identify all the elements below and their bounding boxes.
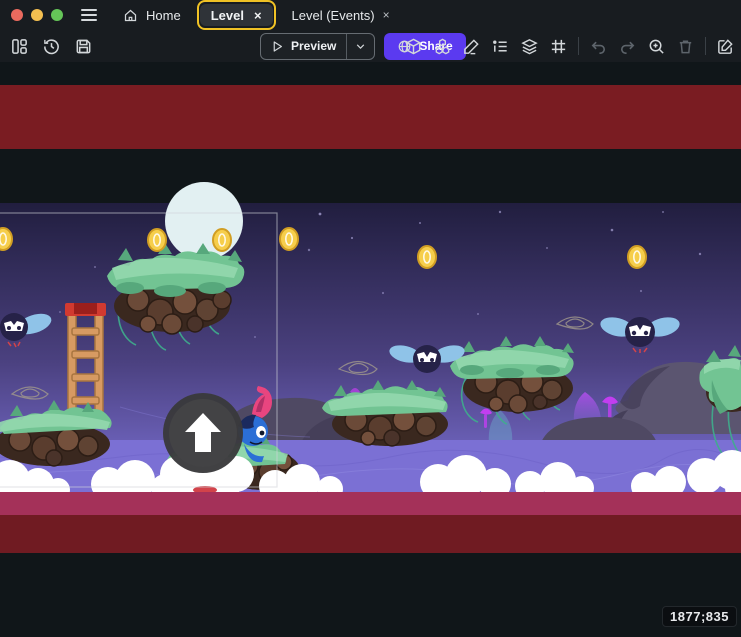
coin[interactable] [213,229,231,251]
title-bar: Home Level × Level (Events) × [0,0,741,30]
objects-cube-icon[interactable] [404,37,423,56]
tab-level[interactable]: Level × [200,4,273,26]
pink-ground-strip[interactable] [0,492,741,515]
save-icon[interactable] [74,37,93,56]
coin[interactable] [628,246,646,268]
cursor-coordinates-badge: 1877;835 [662,606,737,627]
grass-island[interactable] [0,400,112,466]
traffic-lights [0,9,63,21]
undo-icon[interactable] [589,37,608,56]
tab-bar: Home Level × Level (Events) × [111,0,402,30]
tab-level-events[interactable]: Level (Events) × [280,0,402,30]
panels-icon[interactable] [10,37,29,56]
toolbar-right-group [404,30,735,62]
red-ceiling-platform[interactable] [0,85,741,149]
chevron-down-icon [355,41,366,52]
coin[interactable] [418,246,436,268]
close-window-icon[interactable] [11,9,23,21]
toolbar-separator [705,37,706,55]
preview-dropdown-button[interactable] [346,34,374,59]
maximize-window-icon[interactable] [51,9,63,21]
toolbar-left-group [0,37,93,56]
grid-icon[interactable] [549,37,568,56]
touch-arrow-up-button[interactable] [163,393,243,473]
toolbar-separator [578,37,579,55]
object-groups-icon[interactable] [433,37,452,56]
tab-level-close-icon[interactable]: × [254,8,262,23]
editor-toolbar: Preview Share [0,30,741,62]
scene-editor-canvas[interactable]: 1877;835 [0,62,741,637]
tab-home-label: Home [146,8,181,23]
preview-button-label: Preview [291,39,336,53]
tab-level-events-label: Level (Events) [292,8,375,23]
coin[interactable] [280,228,298,250]
tab-level-highlight: Level × [197,0,276,30]
minimize-window-icon[interactable] [31,9,43,21]
preview-button[interactable]: Preview [260,33,375,60]
home-icon [123,8,138,23]
coin[interactable] [148,229,166,251]
tab-level-label: Level [211,8,244,23]
tab-home[interactable]: Home [111,0,193,30]
zoom-in-icon[interactable] [647,37,666,56]
trash-icon[interactable] [676,37,695,56]
red-ground-strip[interactable] [0,515,741,553]
scene-properties-icon[interactable] [716,37,735,56]
history-icon[interactable] [42,37,61,56]
hamburger-menu-icon[interactable] [81,9,97,21]
tab-level-events-close-icon[interactable]: × [383,8,390,22]
play-icon [271,40,284,53]
scene-render [0,62,741,637]
layers-icon[interactable] [520,37,539,56]
instances-list-icon[interactable] [491,37,510,56]
edit-pencil-icon[interactable] [462,37,481,56]
coin[interactable] [0,228,12,250]
redo-icon[interactable] [618,37,637,56]
